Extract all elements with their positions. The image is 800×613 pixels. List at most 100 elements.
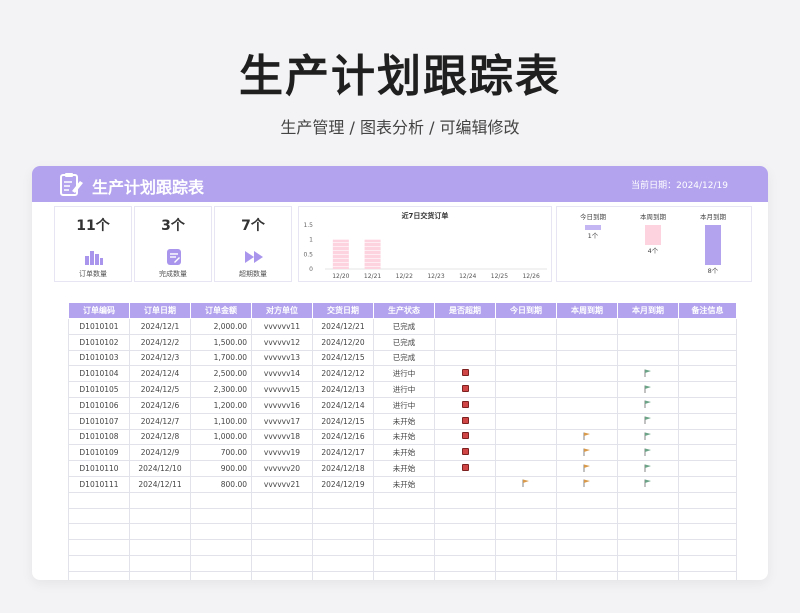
table-cell[interactable] <box>68 507 130 525</box>
table-cell[interactable] <box>312 491 374 509</box>
table-cell[interactable]: D1010106 <box>68 396 130 414</box>
table-cell[interactable]: 2024/12/14 <box>312 396 374 414</box>
table-cell[interactable]: 2024/12/21 <box>312 318 374 335</box>
table-cell[interactable] <box>312 539 374 556</box>
table-cell[interactable] <box>312 570 374 580</box>
table-cell[interactable]: 2024/12/16 <box>312 428 374 446</box>
table-cell[interactable] <box>434 381 496 398</box>
table-cell[interactable] <box>678 318 737 335</box>
table-cell[interactable] <box>434 491 496 509</box>
table-cell[interactable]: D1010110 <box>68 460 130 477</box>
table-cell[interactable] <box>495 428 557 446</box>
table-cell[interactable]: 1,000.00 <box>190 428 252 446</box>
table-cell[interactable] <box>556 491 618 509</box>
table-cell[interactable]: 800.00 <box>190 475 252 493</box>
table-cell[interactable]: vvvvvv11 <box>251 318 313 335</box>
table-cell[interactable]: 进行中 <box>373 365 435 383</box>
table-cell[interactable] <box>556 333 618 351</box>
table-cell[interactable]: 2024/12/15 <box>312 412 374 430</box>
table-cell[interactable]: 未开始 <box>373 444 435 462</box>
table-cell[interactable] <box>678 333 737 351</box>
table-cell[interactable] <box>617 460 679 477</box>
table-cell[interactable]: 2024/12/13 <box>312 381 374 398</box>
table-cell[interactable] <box>617 412 679 430</box>
table-cell[interactable]: 2024/12/6 <box>129 396 191 414</box>
table-cell[interactable] <box>251 554 313 572</box>
table-cell[interactable] <box>495 507 557 525</box>
table-cell[interactable]: 2024/12/4 <box>129 365 191 383</box>
table-cell[interactable] <box>495 523 557 541</box>
table-cell[interactable] <box>68 554 130 572</box>
table-cell[interactable] <box>495 349 557 367</box>
table-cell[interactable] <box>617 381 679 398</box>
table-cell[interactable] <box>434 428 496 446</box>
table-cell[interactable]: 进行中 <box>373 396 435 414</box>
table-cell[interactable] <box>678 381 737 398</box>
table-cell[interactable] <box>678 523 737 541</box>
table-cell[interactable]: 2024/12/7 <box>129 412 191 430</box>
table-cell[interactable]: 1,500.00 <box>190 333 252 351</box>
table-cell[interactable] <box>556 460 618 477</box>
table-cell[interactable]: 2024/12/12 <box>312 365 374 383</box>
table-cell[interactable] <box>495 491 557 509</box>
table-cell[interactable]: 2024/12/8 <box>129 428 191 446</box>
table-cell[interactable] <box>617 444 679 462</box>
table-cell[interactable] <box>617 333 679 351</box>
table-cell[interactable] <box>312 523 374 541</box>
table-cell[interactable] <box>434 523 496 541</box>
table-cell[interactable] <box>251 539 313 556</box>
table-cell[interactable]: 2024/12/3 <box>129 349 191 367</box>
table-cell[interactable] <box>678 507 737 525</box>
table-cell[interactable]: D1010109 <box>68 444 130 462</box>
table-cell[interactable] <box>556 349 618 367</box>
table-cell[interactable] <box>190 523 252 541</box>
table-cell[interactable] <box>434 554 496 572</box>
table-cell[interactable] <box>556 318 618 335</box>
table-cell[interactable]: 900.00 <box>190 460 252 477</box>
table-cell[interactable] <box>617 539 679 556</box>
table-cell[interactable]: vvvvvv13 <box>251 349 313 367</box>
table-cell[interactable] <box>251 491 313 509</box>
table-cell[interactable] <box>251 507 313 525</box>
table-cell[interactable] <box>129 507 191 525</box>
table-cell[interactable] <box>434 365 496 383</box>
table-cell[interactable] <box>495 365 557 383</box>
table-cell[interactable] <box>617 570 679 580</box>
table-cell[interactable] <box>617 349 679 367</box>
table-cell[interactable] <box>617 428 679 446</box>
table-cell[interactable]: 700.00 <box>190 444 252 462</box>
table-cell[interactable] <box>434 333 496 351</box>
table-cell[interactable] <box>556 554 618 572</box>
table-cell[interactable]: 已完成 <box>373 318 435 335</box>
table-cell[interactable]: D1010102 <box>68 333 130 351</box>
table-cell[interactable]: vvvvvv16 <box>251 396 313 414</box>
table-cell[interactable]: 2024/12/18 <box>312 460 374 477</box>
table-cell[interactable] <box>129 554 191 572</box>
table-cell[interactable] <box>373 570 435 580</box>
table-cell[interactable]: 2024/12/20 <box>312 333 374 351</box>
table-cell[interactable] <box>556 381 618 398</box>
table-cell[interactable] <box>495 381 557 398</box>
table-cell[interactable] <box>434 349 496 367</box>
table-cell[interactable]: 1,100.00 <box>190 412 252 430</box>
table-cell[interactable] <box>495 396 557 414</box>
table-cell[interactable] <box>434 475 496 493</box>
table-cell[interactable] <box>556 396 618 414</box>
table-cell[interactable] <box>556 539 618 556</box>
table-cell[interactable] <box>617 396 679 414</box>
table-cell[interactable] <box>129 539 191 556</box>
table-cell[interactable] <box>678 412 737 430</box>
table-cell[interactable] <box>678 365 737 383</box>
table-cell[interactable] <box>434 460 496 477</box>
table-cell[interactable]: 2024/12/17 <box>312 444 374 462</box>
table-cell[interactable] <box>190 554 252 572</box>
table-cell[interactable] <box>678 539 737 556</box>
table-cell[interactable]: 未开始 <box>373 460 435 477</box>
table-cell[interactable]: 未开始 <box>373 428 435 446</box>
table-cell[interactable] <box>495 412 557 430</box>
table-cell[interactable] <box>495 554 557 572</box>
table-cell[interactable]: 2024/12/11 <box>129 475 191 493</box>
table-cell[interactable]: 2024/12/1 <box>129 318 191 335</box>
table-cell[interactable] <box>434 539 496 556</box>
table-cell[interactable] <box>617 475 679 493</box>
